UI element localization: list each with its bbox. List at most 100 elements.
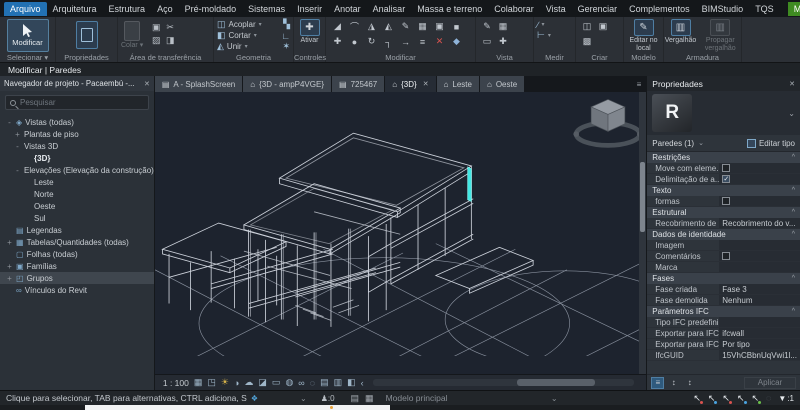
edit-in-place-button[interactable]: ✎ Editar no local	[627, 19, 660, 53]
tree-item-vistas-todas[interactable]: -◈Vistas (todas)	[0, 116, 154, 128]
split-icon[interactable]: ≡	[414, 34, 431, 49]
cut-icon[interactable]: ✂	[166, 22, 174, 33]
propagate-rebar-button[interactable]: ▥ Propagar vergalhão	[700, 19, 740, 53]
menu-analisar[interactable]: Analisar	[367, 2, 412, 16]
view-scale-button[interactable]: 1 : 100	[163, 378, 189, 388]
menu-tqs[interactable]: TQS	[749, 2, 780, 16]
temporary-properties-icon[interactable]: ▥	[334, 377, 343, 388]
browser-search-input[interactable]: Pesquisar	[5, 95, 149, 110]
drag-on-selection-icon[interactable]: ↖	[752, 393, 760, 404]
tree-item-plantas-de-piso[interactable]: +Plantas de piso	[0, 128, 154, 140]
mirror-draw-icon[interactable]: ◭	[380, 19, 397, 34]
menu-contextual-modify-walls[interactable]: Modificar | Paredes	[788, 2, 800, 16]
menu-anotar[interactable]: Anotar	[328, 2, 367, 16]
prop-value[interactable]: 15VhCBbnUqVwi1l...	[719, 350, 800, 360]
crop-region-icon[interactable]: ▦	[194, 377, 203, 388]
selection-filter-button[interactable]: ▼ :1	[778, 394, 794, 403]
section-estrutural[interactable]: Estrutural^	[647, 207, 800, 218]
apply-button[interactable]: Aplicar	[744, 377, 796, 389]
linework-icon[interactable]: ▦	[499, 21, 508, 32]
mirror-axis-icon[interactable]: ◮	[363, 19, 380, 34]
displace-icon[interactable]: ✚	[499, 36, 507, 47]
join-button[interactable]: ◭ Unir▾ ✶	[217, 41, 290, 52]
offset-icon[interactable]: ⌒	[346, 19, 363, 34]
cope-button[interactable]: ◫ Acoplar▾ ▚	[217, 19, 290, 30]
rebar-button[interactable]: ▥ Vergalhão	[665, 19, 697, 53]
edit-type-button[interactable]: Editar tipo	[747, 139, 795, 148]
delete-icon[interactable]: ✕	[431, 34, 448, 49]
section-fases[interactable]: Fases^	[647, 273, 800, 284]
prop-value[interactable]	[719, 163, 800, 173]
element-filter-dropdown[interactable]: Paredes (1)	[652, 139, 694, 148]
tab-725467[interactable]: ▤725467	[332, 76, 385, 92]
match-type-icon[interactable]: ◨	[166, 35, 175, 46]
trim-corner-icon[interactable]: ┐	[380, 34, 397, 49]
tree-item-vistas-3d[interactable]: -Vistas 3D	[0, 140, 154, 152]
prop-value[interactable]	[719, 196, 800, 206]
align-icon[interactable]: ◢	[329, 19, 346, 34]
prop-value[interactable]	[719, 240, 800, 250]
tree-item-norte[interactable]: Norte	[0, 188, 154, 200]
scroll-left-icon[interactable]: ‹	[361, 378, 364, 388]
menu-complementos[interactable]: Complementos	[623, 2, 696, 16]
tree-item-familias[interactable]: +▣Famílias	[0, 260, 154, 272]
menu-vista[interactable]: Vista	[540, 2, 572, 16]
scrollbar-thumb[interactable]	[640, 162, 645, 232]
shadows-icon[interactable]: ◑	[234, 378, 239, 388]
array-icon[interactable]: ▦	[414, 19, 431, 34]
tree-item-legendas[interactable]: ▤Legendas	[0, 224, 154, 236]
panel-label-selecionar[interactable]: Selecionar ▾	[0, 53, 55, 62]
type-selector[interactable]: R ⌄	[647, 91, 800, 135]
create-assembly-icon[interactable]: ▩	[583, 36, 592, 47]
status-addin-icon[interactable]: ❖	[251, 394, 258, 403]
tab-3d-ampp4vge[interactable]: ⌂{3D - ampP4VGE}	[243, 76, 332, 92]
section-parametros-ifc[interactable]: Parâmetros IFC^	[647, 306, 800, 317]
viewport-vertical-scrollbar[interactable]	[639, 92, 646, 374]
beam-joins-icon[interactable]: ∟	[281, 31, 290, 41]
pin-icon[interactable]: ■	[448, 19, 465, 34]
tab-splashscreen[interactable]: ▤A - SplashScreen	[155, 76, 243, 92]
section-texto[interactable]: Texto^	[647, 185, 800, 196]
sort-default-icon[interactable]: ≡	[651, 377, 664, 389]
copy-move-icon[interactable]: ●	[346, 34, 363, 49]
menu-arquivo[interactable]: Arquivo	[4, 2, 47, 16]
menu-gerenciar[interactable]: Gerenciar	[572, 2, 624, 16]
worksharing-monitor-icon[interactable]: ▦	[365, 393, 374, 404]
tree-item-3d-view[interactable]: {3D}	[0, 152, 154, 164]
checkbox-checked[interactable]: ✓	[722, 175, 730, 183]
checkbox-unchecked[interactable]	[722, 252, 730, 260]
worksharing-display-icon[interactable]: ▤	[320, 377, 329, 388]
trim-extend-icon[interactable]: →	[397, 34, 414, 49]
tree-item-folhas[interactable]: ▢Folhas (todas)	[0, 248, 154, 260]
select-underlay-icon[interactable]: ↖	[708, 393, 716, 404]
locked-3d-icon[interactable]: ◍	[285, 377, 293, 388]
tab-3d-active[interactable]: ⌂{3D}✕	[385, 76, 436, 92]
menu-estrutura[interactable]: Estrutura	[103, 2, 152, 16]
constraints-icon[interactable]: ◧	[347, 377, 356, 388]
viewcube[interactable]	[573, 99, 642, 145]
prop-value[interactable]	[719, 317, 800, 327]
section-box-icon[interactable]: ◪	[258, 377, 267, 388]
chevron-down-icon[interactable]: ⌄	[300, 394, 307, 403]
hide-elements-icon[interactable]: ▭	[483, 36, 492, 47]
visual-style-icon[interactable]: ◳	[207, 377, 216, 388]
close-icon[interactable]: ✕	[789, 80, 795, 88]
properties-button[interactable]	[76, 21, 98, 49]
menu-sistemas[interactable]: Sistemas	[242, 2, 291, 16]
activate-controls-button[interactable]: ✚ Ativar	[297, 19, 322, 45]
project-browser-header[interactable]: Navegador de projeto - Pacaembú -... ✕	[0, 76, 154, 91]
paint-icon[interactable]: ✶	[282, 41, 290, 52]
modify-button[interactable]: Modificar	[7, 19, 49, 52]
create-similar-icon[interactable]: ◫	[583, 21, 592, 32]
prop-value[interactable]: Nenhum	[719, 295, 800, 305]
tree-item-sul[interactable]: Sul	[0, 212, 154, 224]
menu-bimstudio[interactable]: BIMStudio	[696, 2, 750, 16]
tree-item-grupos[interactable]: +◰Grupos	[0, 272, 154, 284]
menu-massa-terreno[interactable]: Massa e terreno	[411, 2, 488, 16]
create-group-icon[interactable]: ▣	[599, 21, 608, 32]
selected-wall-highlight[interactable]	[467, 167, 471, 202]
sort-descending-icon[interactable]: ↕	[683, 377, 696, 389]
dimension-button[interactable]: ⊢ ▾	[537, 30, 572, 41]
override-graphics-icon[interactable]: ✎	[483, 21, 491, 32]
rotate-icon[interactable]: ↻	[363, 34, 380, 49]
